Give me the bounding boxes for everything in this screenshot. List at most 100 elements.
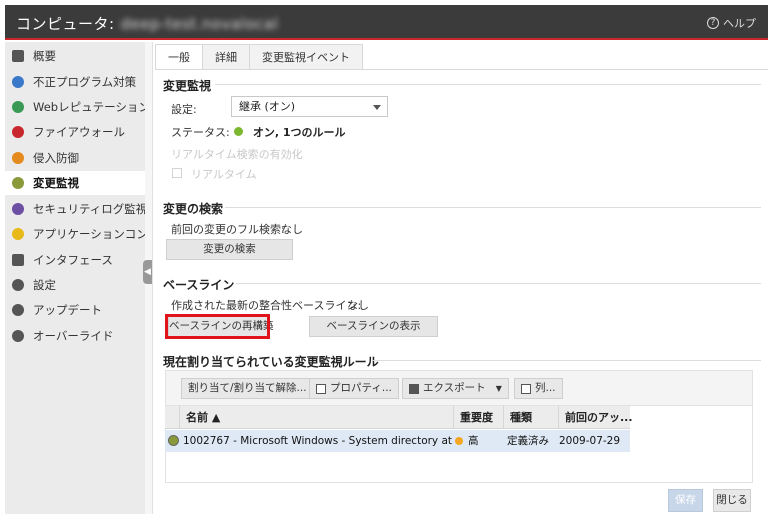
sidebar-item-label: オーバーライド <box>33 329 114 343</box>
severity-high-icon <box>455 437 463 445</box>
rules-toolbar: 割り当て/割り当て解除... プロパティ... エクスポート ▼ 列... <box>165 370 753 406</box>
close-button[interactable]: 閉じる <box>713 489 751 512</box>
tab-general[interactable]: 一般 <box>155 44 203 70</box>
sidebar-item-label: Webレピュテーション <box>33 100 145 114</box>
help-link[interactable]: ? ヘルプ <box>707 15 756 31</box>
setting-select[interactable]: 継承 (オン) <box>231 96 388 117</box>
web-reputation-icon <box>12 101 24 113</box>
sidebar-item[interactable]: アプリケーションコントロール <box>5 222 145 246</box>
assign-unassign-label: 割り当て/割り当て解除... <box>188 382 307 394</box>
sidebar-item-label: アプリケーションコントロール <box>33 227 145 241</box>
table-row[interactable]: 1002767 - Microsoft Windows - System dir… <box>165 430 630 452</box>
help-label: ヘルプ <box>723 17 756 30</box>
rule-severity: 高 <box>468 435 479 447</box>
setting-select-value: 継承 (オン) <box>239 100 296 113</box>
help-icon: ? <box>707 17 719 29</box>
sidebar-item-label: 設定 <box>33 278 56 292</box>
status-ok-icon <box>234 127 243 136</box>
rule-name-cell: 1002767 - Microsoft Windows - System dir… <box>168 430 452 452</box>
sidebar-item-label: インタフェース <box>33 253 113 267</box>
columns-button[interactable]: 列... <box>514 378 563 399</box>
scan-for-changes-button[interactable]: 変更の検索 <box>166 239 293 260</box>
last-scan-value: なし <box>281 223 303 236</box>
updates-icon <box>12 304 24 316</box>
save-button[interactable]: 保存 <box>668 489 703 512</box>
sidebar-item[interactable]: インタフェース <box>5 248 145 272</box>
properties-icon <box>316 383 326 394</box>
sidebar-item[interactable]: アップデート <box>5 298 145 322</box>
realtime-checkbox[interactable] <box>172 168 182 178</box>
column-header-icon <box>165 406 179 429</box>
sidebar-item[interactable]: 設定 <box>5 273 145 297</box>
latest-baseline-label: 作成された最新の整合性ベースライン: <box>171 299 362 312</box>
title-prefix: コンピュータ: <box>16 15 115 33</box>
sidebar-item[interactable]: オーバーライド <box>5 324 145 348</box>
sidebar: 概要不正プログラム対策 Webレピュテーションファイアウォール侵入防御変更監視セキ… <box>5 42 145 514</box>
chevron-down-icon: ▼ <box>495 384 502 393</box>
columns-icon <box>521 383 531 394</box>
sidebar-item-label: 変更監視 <box>33 176 79 190</box>
rules-table-header: 名前 ▲ 重要度 種類 前回のアッ... <box>165 406 633 429</box>
export-label: エクスポート <box>423 382 486 394</box>
log-inspection-icon <box>12 203 24 215</box>
status-label: ステータス: <box>171 126 230 139</box>
realtime-checkbox-label: リアルタイム <box>191 168 257 181</box>
column-header-name[interactable]: 名前 ▲ <box>179 406 453 429</box>
computer-hostname: deep-test.novalocal <box>120 15 279 33</box>
sidebar-item[interactable]: セキュリティログ監視 <box>5 197 145 221</box>
section-divider <box>236 283 761 284</box>
section-title-scan-for-changes: 変更の検索 <box>163 202 224 216</box>
status-value: オン, 1つのルール <box>252 126 346 139</box>
sidebar-item[interactable]: 概要 <box>5 44 145 68</box>
sidebar-item-label: 概要 <box>33 49 56 63</box>
tab-integrity-events[interactable]: 変更監視イベント <box>250 44 363 70</box>
sidebar-item-label: セキュリティログ監視 <box>33 202 145 216</box>
column-header-severity[interactable]: 重要度 <box>453 406 503 429</box>
settings-gear-icon <box>12 279 24 291</box>
integrity-rule-icon <box>168 435 179 446</box>
latest-baseline-value: なし <box>347 299 369 312</box>
sidebar-item-label: アップデート <box>33 303 102 317</box>
application-control-icon <box>12 228 24 240</box>
title-bar: コンピュータ: deep-test.novalocal ? ヘルプ <box>5 5 768 40</box>
window-frame: コンピュータ: deep-test.novalocal ? ヘルプ 概要不正プログ… <box>0 0 773 519</box>
export-button[interactable]: エクスポート ▼ <box>402 378 509 399</box>
section-divider <box>225 207 761 208</box>
section-divider <box>373 360 761 361</box>
status-value-wrap: オン, 1つのルール <box>234 124 346 140</box>
export-icon <box>409 383 419 394</box>
rebuild-baseline-highlight <box>165 314 270 339</box>
tab-bar: 一般 詳細 変更監視イベント <box>155 44 363 70</box>
sidebar-item[interactable]: 侵入防御 <box>5 146 145 170</box>
intrusion-prevention-icon <box>12 152 24 164</box>
rule-name: 1002767 - Microsoft Windows - System dir… <box>183 435 452 447</box>
properties-label: プロパティ... <box>330 382 392 394</box>
sidebar-item[interactable]: 変更監視 <box>5 171 145 195</box>
section-title-baseline: ベースライン <box>163 278 235 292</box>
setting-label: 設定: <box>171 103 197 116</box>
rule-last-updated: 2009-07-29 <box>559 435 621 447</box>
sidebar-item[interactable]: ファイアウォール <box>5 120 145 144</box>
view-baseline-button[interactable]: ベースラインの表示 <box>309 316 438 337</box>
tab-details[interactable]: 詳細 <box>203 44 250 70</box>
page-title: コンピュータ: deep-test.novalocal <box>16 13 278 34</box>
sidebar-item-label: 不正プログラム対策 <box>33 75 137 89</box>
chevron-down-icon <box>373 105 381 110</box>
column-header-type[interactable]: 種類 <box>503 406 558 429</box>
rule-type: 定義済み <box>507 435 549 447</box>
section-title-assigned-rules: 現在割り当てられている変更監視ルール <box>163 355 379 369</box>
tab-underline <box>155 69 768 70</box>
section-divider <box>215 84 761 85</box>
last-scan-label: 前回の変更のフル検索: <box>171 223 285 236</box>
interfaces-icon <box>12 254 24 266</box>
sidebar-item[interactable]: Webレピュテーション <box>5 95 145 119</box>
collapse-sidebar-handle[interactable]: ◀ <box>143 260 152 284</box>
realtime-enable-label: リアルタイム検索の有効化 <box>171 148 303 161</box>
properties-button[interactable]: プロパティ... <box>309 378 399 399</box>
sidebar-item-label: 侵入防御 <box>33 151 79 165</box>
columns-label: 列... <box>535 382 556 394</box>
assign-unassign-button[interactable]: 割り当て/割り当て解除... <box>181 378 314 399</box>
sidebar-item[interactable]: 不正プログラム対策 <box>5 70 145 94</box>
column-header-last-updated[interactable]: 前回のアッ... <box>558 406 633 429</box>
integrity-monitoring-icon <box>12 177 24 189</box>
